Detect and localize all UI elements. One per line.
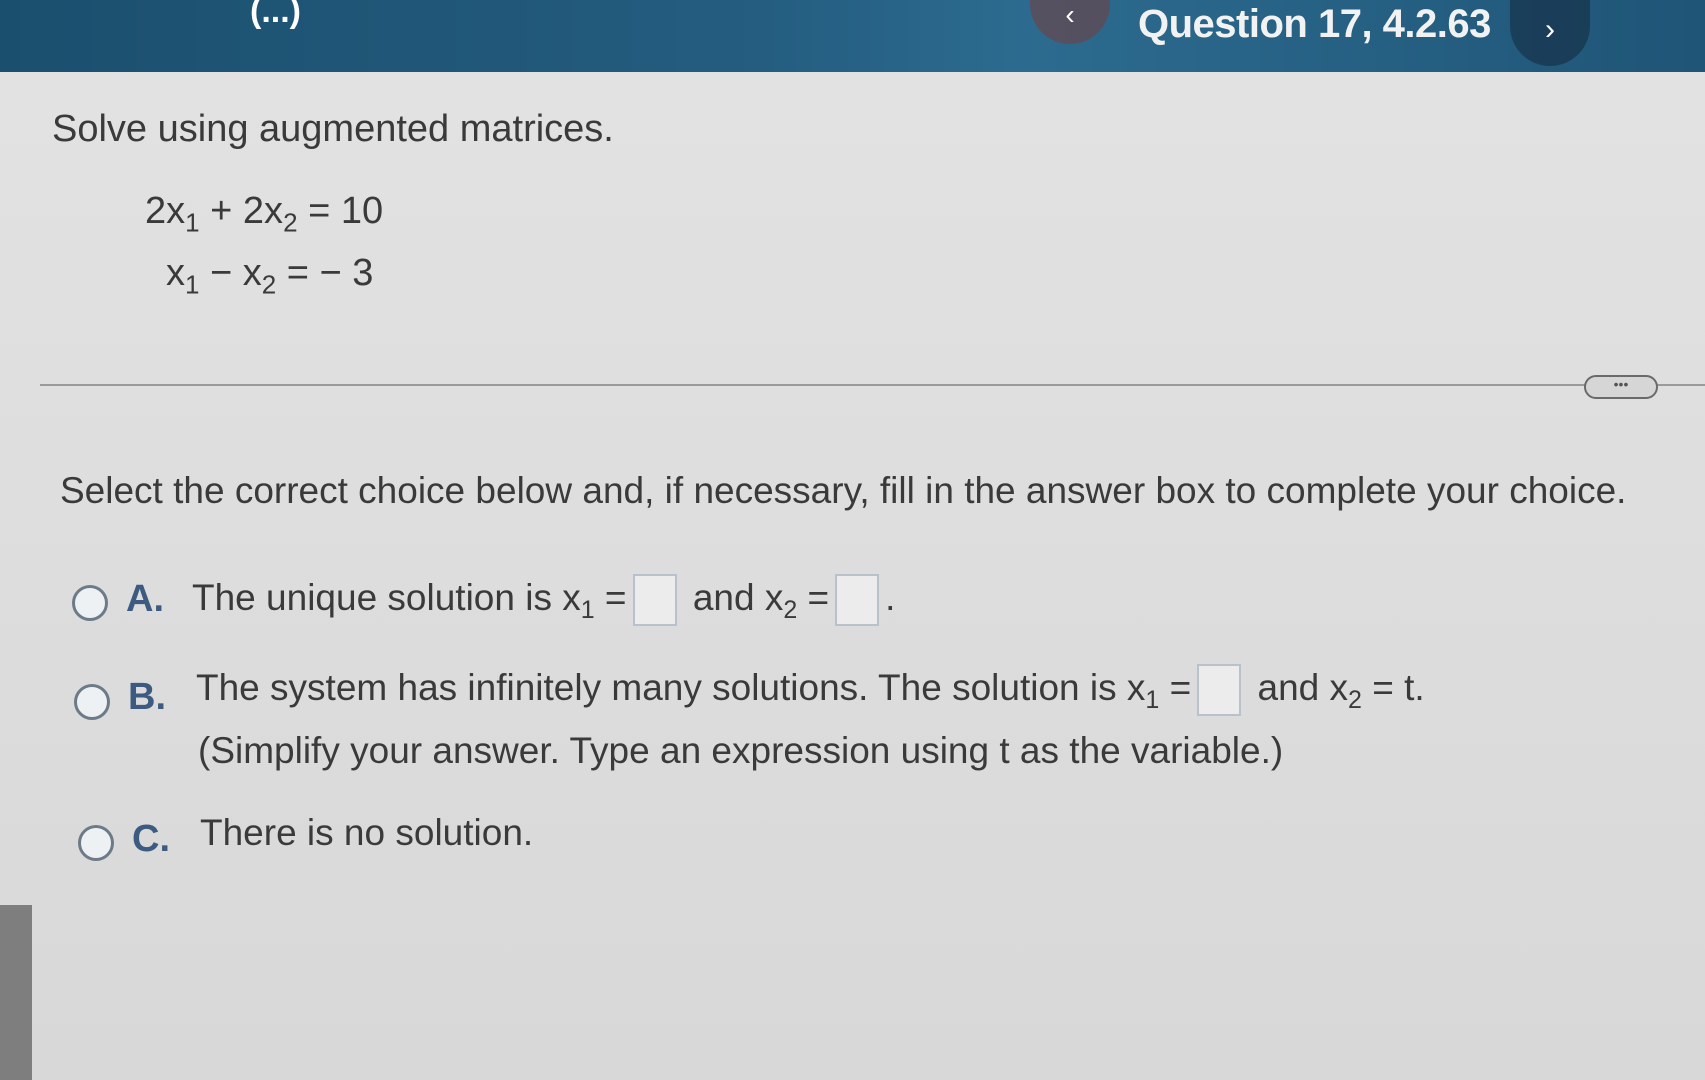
- choice-a-eq1: =: [594, 576, 627, 618]
- eq1-term2: + 2x: [199, 190, 284, 232]
- choice-b-sub2: 2: [1348, 686, 1362, 715]
- instruction-text: Select the correct choice below and, if …: [60, 470, 1627, 511]
- choice-b-sub1: 1: [1145, 686, 1160, 715]
- header-partial-label: (...): [250, 0, 301, 30]
- choice-a-eq2: =: [797, 576, 830, 618]
- choice-b-end: = t.: [1361, 666, 1425, 708]
- problem-prompt: Solve using augmented matrices.: [52, 108, 614, 150]
- choice-b-note: (Simplify your answer. Type an expressio…: [198, 730, 1284, 771]
- choice-b-eq1: =: [1159, 666, 1192, 708]
- left-edge: [0, 905, 32, 1080]
- eq2-term2: − x: [199, 252, 262, 294]
- answer-box-b-x1[interactable]: [1197, 664, 1242, 716]
- eq1-sub1: 1: [185, 207, 200, 238]
- choice-a-part2: and x: [682, 576, 784, 618]
- radio-choice-c[interactable]: [78, 825, 114, 861]
- answer-box-a-x1[interactable]: [632, 574, 677, 626]
- choice-a-letter: A.: [126, 578, 164, 620]
- answer-box-a-x2[interactable]: [835, 574, 880, 626]
- eq1-rhs: = 10: [297, 190, 384, 232]
- choice-c-text: There is no solution.: [200, 812, 534, 853]
- eq1-term1: 2x: [145, 190, 186, 232]
- eq2-sub2: 2: [261, 269, 277, 300]
- choice-a-part1: The unique solution is x: [192, 576, 581, 618]
- choice-a-sub1: 1: [580, 596, 595, 625]
- choice-b-text: The system has infinitely many solutions…: [196, 664, 1425, 716]
- eq1-sub2: 2: [283, 207, 298, 238]
- eq2-sub1: 1: [185, 269, 200, 300]
- equation-1: 2x1 + 2x2 = 10: [145, 190, 383, 239]
- section-divider: [40, 384, 1705, 386]
- question-title: Question 17, 4.2.63: [1138, 2, 1491, 46]
- more-options-button[interactable]: •••: [1584, 375, 1658, 399]
- chevron-left-icon: ‹: [1065, 0, 1075, 30]
- radio-choice-b[interactable]: [74, 684, 110, 720]
- radio-choice-a[interactable]: [72, 585, 108, 621]
- eq2-rhs: = − 3: [276, 252, 374, 294]
- choice-a-end: .: [885, 576, 896, 618]
- choice-c-letter: C.: [132, 818, 170, 860]
- choice-b-letter: B.: [128, 676, 166, 718]
- choice-b-part1: The system has infinitely many solutions…: [196, 666, 1146, 708]
- choice-a-sub2: 2: [783, 596, 798, 625]
- eq2-term1: x: [166, 252, 185, 294]
- chevron-right-icon: ›: [1545, 13, 1555, 46]
- choice-b-part2: and x: [1247, 666, 1349, 708]
- choice-a-text: The unique solution is x1 = and x2 =.: [192, 574, 895, 626]
- equation-2: x1 − x2 = − 3: [166, 252, 373, 301]
